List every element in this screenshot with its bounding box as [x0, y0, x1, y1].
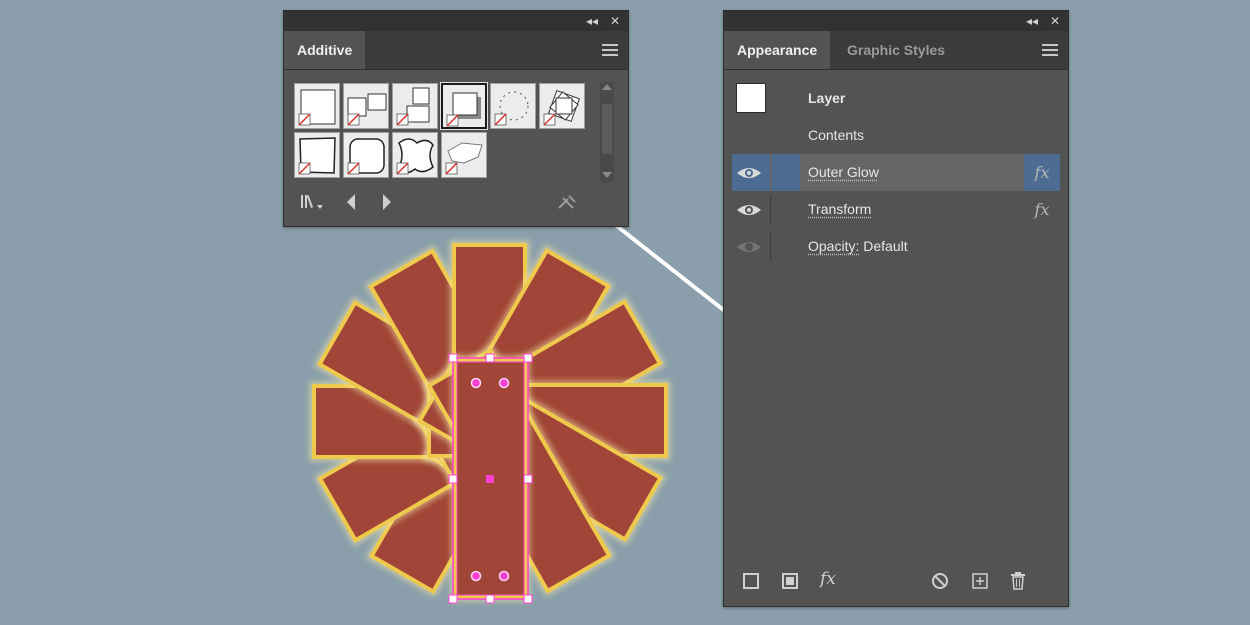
collapse-icon[interactable]: ◂◂	[1026, 13, 1038, 29]
swatch-grid	[284, 70, 628, 190]
add-new-effect-icon[interactable]: fx	[820, 569, 836, 589]
clear-appearance-icon[interactable]	[931, 572, 949, 590]
graphic-style-swatch-stacked[interactable]	[392, 83, 438, 129]
add-new-fill-icon[interactable]	[782, 573, 798, 589]
transform-label[interactable]: Transform	[808, 191, 871, 228]
selection-handle[interactable]	[485, 353, 495, 363]
opacity-value: Default	[863, 238, 908, 254]
tab-appearance[interactable]: Appearance	[724, 31, 831, 69]
graphic-style-swatch-dotted-ring[interactable]	[490, 83, 536, 129]
appearance-row-contents[interactable]: Contents	[724, 117, 1068, 154]
scroll-thumb[interactable]	[602, 104, 612, 154]
selection-handle[interactable]	[448, 474, 458, 484]
graphic-style-swatch-rough-edge[interactable]	[294, 132, 340, 178]
row-divider	[770, 232, 771, 261]
selection-handle[interactable]	[523, 353, 533, 363]
panel-topbar: ◂◂ ✕	[284, 11, 628, 31]
selection-handle[interactable]	[523, 474, 533, 484]
row-divider	[770, 195, 771, 224]
layer-thumbnail	[736, 83, 766, 113]
visibility-eye-icon[interactable]	[736, 202, 762, 218]
add-new-stroke-icon[interactable]	[743, 573, 759, 589]
libraries-menu-icon[interactable]	[299, 192, 329, 212]
collapse-icon[interactable]: ◂◂	[586, 13, 598, 29]
fx-icon[interactable]: fx	[1024, 154, 1060, 191]
rotated-rectangles-artwork[interactable]	[309, 240, 671, 602]
graphic-style-swatch-side-by-side[interactable]	[343, 83, 389, 129]
graphic-style-swatch-rotated-squares[interactable]	[539, 83, 585, 129]
graphic-style-swatch-default-square[interactable]	[294, 83, 340, 129]
opacity-row: Opacity: Default	[808, 228, 908, 265]
scroll-up-icon[interactable]	[602, 84, 612, 90]
corner-widget[interactable]	[470, 377, 482, 389]
corner-widget[interactable]	[498, 377, 510, 389]
panel-tabbar: Appearance Graphic Styles	[724, 31, 1068, 70]
outer-glow-label[interactable]: Outer Glow	[808, 154, 879, 191]
appearance-row-layer[interactable]: Layer	[724, 80, 1068, 117]
corner-widget[interactable]	[498, 570, 510, 582]
opacity-label[interactable]: Opacity:	[808, 238, 859, 254]
indent-column-highlight	[772, 154, 800, 191]
center-point	[486, 475, 494, 483]
delete-item-icon[interactable]	[1009, 571, 1027, 591]
panel-menu-icon[interactable]	[1042, 44, 1058, 56]
graphic-styles-library-panel: ◂◂ ✕ Additive	[283, 10, 629, 227]
selection-handle[interactable]	[523, 594, 533, 604]
scroll-down-icon[interactable]	[602, 172, 612, 178]
visibility-eye-icon[interactable]	[736, 165, 762, 181]
layer-label: Layer	[808, 90, 846, 106]
duplicate-item-icon[interactable]	[971, 572, 989, 590]
selection-handle[interactable]	[448, 353, 458, 363]
appearance-row-transform[interactable]: Transform fx	[724, 191, 1068, 228]
graphic-style-swatch-rounded-corner[interactable]	[343, 132, 389, 178]
fx-icon[interactable]: fx	[1024, 191, 1060, 228]
tab-graphic-styles[interactable]: Graphic Styles	[834, 31, 958, 69]
selection-handle[interactable]	[448, 594, 458, 604]
graphic-style-swatch-torn-blob[interactable]	[441, 132, 487, 178]
appearance-row-opacity[interactable]: Opacity: Default	[724, 228, 1068, 265]
contents-label: Contents	[808, 127, 865, 143]
tab-additive[interactable]: Additive	[284, 31, 366, 69]
close-icon[interactable]: ✕	[1050, 13, 1060, 29]
close-icon[interactable]: ✕	[610, 13, 620, 29]
corner-widget[interactable]	[470, 570, 482, 582]
appearance-toolbar: fx	[724, 567, 1068, 597]
visibility-eye-icon[interactable]	[736, 239, 762, 255]
selection-handle[interactable]	[485, 594, 495, 604]
scrollbar[interactable]	[600, 82, 614, 182]
graphic-style-swatch-drop-shadow[interactable]	[440, 82, 488, 130]
appearance-panel: ◂◂ ✕ Appearance Graphic Styles Layer Con…	[723, 10, 1069, 607]
panel-tabbar: Additive	[284, 31, 628, 70]
appearance-row-outer-glow[interactable]: Outer Glow fx	[724, 154, 1068, 191]
graphic-style-swatch-wavy-blob[interactable]	[392, 132, 438, 178]
library-toolbar	[284, 187, 628, 217]
panel-topbar: ◂◂ ✕	[724, 11, 1068, 31]
next-library-icon[interactable]	[379, 192, 395, 212]
break-link-icon[interactable]	[556, 192, 580, 212]
panel-menu-icon[interactable]	[602, 44, 618, 56]
previous-library-icon[interactable]	[344, 192, 360, 212]
